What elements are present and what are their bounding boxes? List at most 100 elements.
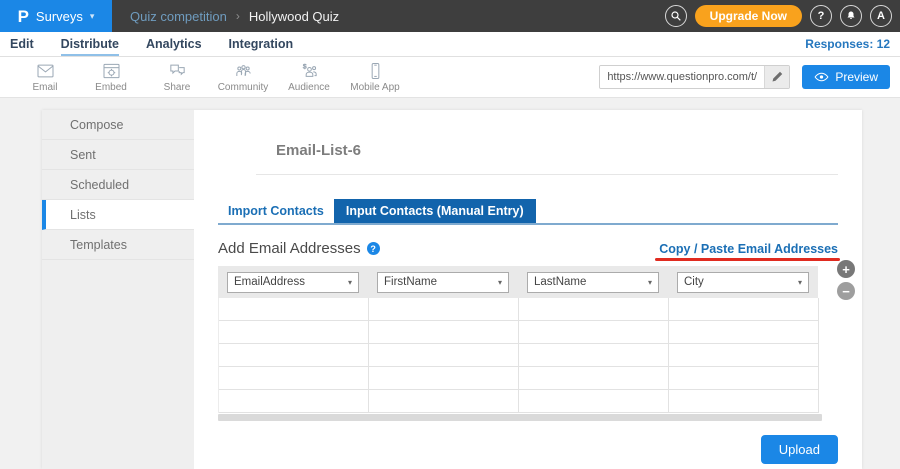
table-row [219, 298, 818, 321]
toolbar-item-label: Mobile App [350, 82, 399, 93]
eye-icon [814, 71, 829, 83]
edit-url-button[interactable] [764, 66, 789, 88]
table-row [219, 344, 818, 367]
contact-cell[interactable] [519, 298, 669, 321]
sidebar-item-label: Scheduled [70, 178, 129, 192]
contact-cell[interactable] [219, 367, 369, 390]
sidebar-item-lists[interactable]: Lists [42, 200, 194, 230]
toolbar-item-community[interactable]: Community [210, 61, 276, 93]
remove-column-button[interactable]: − [837, 282, 855, 300]
toolbar-item-email[interactable]: Email [12, 61, 78, 93]
contact-cell[interactable] [219, 321, 369, 344]
contact-cell[interactable] [669, 344, 819, 367]
contact-cell[interactable] [519, 321, 669, 344]
tab-input-contacts-manual[interactable]: Input Contacts (Manual Entry) [334, 199, 536, 223]
copy-paste-emails-link[interactable]: Copy / Paste Email Addresses [659, 242, 838, 256]
contact-cell[interactable] [369, 321, 519, 344]
sidebar-item-sent[interactable]: Sent [42, 140, 194, 170]
account-avatar[interactable]: A [870, 5, 892, 27]
column-header: EmailAddress ▾ [218, 272, 368, 293]
search-icon [670, 10, 682, 22]
contact-cell[interactable] [519, 390, 669, 413]
add-column-button[interactable]: + [837, 260, 855, 278]
list-title: Email-List-6 [276, 142, 838, 159]
breadcrumb: Quiz competition › Hollywood Quiz [130, 9, 339, 24]
toolbar-item-mobile-app[interactable]: Mobile App [342, 61, 408, 93]
contact-cell[interactable] [519, 367, 669, 390]
contact-cell[interactable] [369, 298, 519, 321]
sidebar-item-label: Lists [70, 208, 96, 222]
survey-url-group [599, 65, 790, 89]
distribute-toolbar: Email Embed Share Community $ Audience M… [0, 57, 900, 98]
toolbar-item-label: Embed [95, 82, 127, 93]
pencil-icon [771, 71, 783, 83]
column-select-first-name[interactable]: FirstName ▾ [377, 272, 509, 293]
column-select-city[interactable]: City ▾ [677, 272, 809, 293]
contact-cell[interactable] [669, 298, 819, 321]
nav-tab-distribute[interactable]: Distribute [61, 32, 119, 56]
dollar-people-icon: $ [299, 61, 320, 81]
caret-down-icon: ▾ [348, 278, 352, 287]
tab-import-contacts[interactable]: Import Contacts [218, 199, 334, 223]
column-select-email-address[interactable]: EmailAddress ▾ [227, 272, 359, 293]
sidebar-item-templates[interactable]: Templates [42, 230, 194, 260]
bell-icon [845, 10, 857, 22]
search-button[interactable] [665, 5, 687, 27]
row-controls: + − [837, 260, 855, 300]
nav-tab-edit[interactable]: Edit [10, 32, 34, 56]
contact-cell[interactable] [369, 344, 519, 367]
column-select-last-name[interactable]: LastName ▾ [527, 272, 659, 293]
preview-button[interactable]: Preview [802, 65, 890, 89]
list-content: Email-List-6 Import Contacts Input Conta… [194, 110, 862, 469]
upgrade-now-button[interactable]: Upgrade Now [695, 5, 802, 27]
table-row [219, 367, 818, 390]
plus-icon: + [842, 263, 850, 276]
section-title: Add Email Addresses ? [218, 240, 380, 257]
upload-button[interactable]: Upload [761, 435, 838, 464]
responses-count[interactable]: Responses: 12 [805, 37, 890, 51]
contact-cell[interactable] [219, 298, 369, 321]
contact-cell[interactable] [219, 344, 369, 367]
notifications-button[interactable] [840, 5, 862, 27]
sidebar-item-label: Templates [70, 238, 127, 252]
sidebar-item-compose[interactable]: Compose [42, 110, 194, 140]
nav-tab-integration[interactable]: Integration [229, 32, 294, 56]
contacts-tabs: Import Contacts Input Contacts (Manual E… [218, 199, 838, 225]
nav-tab-label: Integration [229, 37, 294, 51]
contact-cell[interactable] [669, 390, 819, 413]
contact-cell[interactable] [669, 367, 819, 390]
contact-cell[interactable] [369, 367, 519, 390]
toolbar-item-embed[interactable]: Embed [78, 61, 144, 93]
product-switcher[interactable]: P Surveys ▾ [0, 0, 112, 32]
contact-cell[interactable] [219, 390, 369, 413]
upload-label: Upload [779, 442, 820, 457]
contact-cell[interactable] [669, 321, 819, 344]
questionpro-logo-icon: P [18, 8, 29, 25]
minus-icon: − [842, 285, 850, 298]
envelope-icon [35, 61, 56, 81]
title-divider [256, 174, 838, 175]
help-icon[interactable]: ? [367, 242, 380, 255]
breadcrumb-parent[interactable]: Quiz competition [130, 9, 227, 24]
toolbar-item-audience[interactable]: $ Audience [276, 61, 342, 93]
topbar-actions: Upgrade Now ? A [665, 5, 900, 27]
nav-tab-analytics[interactable]: Analytics [146, 32, 202, 56]
toolbar-item-label: Email [32, 82, 57, 93]
help-button[interactable]: ? [810, 5, 832, 27]
toolbar-item-label: Share [164, 82, 191, 93]
sidebar-item-scheduled[interactable]: Scheduled [42, 170, 194, 200]
column-header: City ▾ [668, 272, 818, 293]
product-label: Surveys [36, 9, 83, 24]
horizontal-scrollbar[interactable] [218, 414, 822, 421]
contact-cell[interactable] [369, 390, 519, 413]
contact-cell[interactable] [519, 344, 669, 367]
avatar-initial: A [877, 10, 885, 22]
column-header: LastName ▾ [518, 272, 668, 293]
section-title-label: Add Email Addresses [218, 240, 361, 257]
survey-nav: Edit Distribute Analytics Integration Re… [0, 32, 900, 57]
contacts-table-body [218, 298, 818, 413]
selected-option: EmailAddress [234, 276, 305, 288]
toolbar-item-share[interactable]: Share [144, 61, 210, 93]
sidebar-item-label: Compose [70, 118, 124, 132]
survey-url-input[interactable] [600, 66, 764, 88]
